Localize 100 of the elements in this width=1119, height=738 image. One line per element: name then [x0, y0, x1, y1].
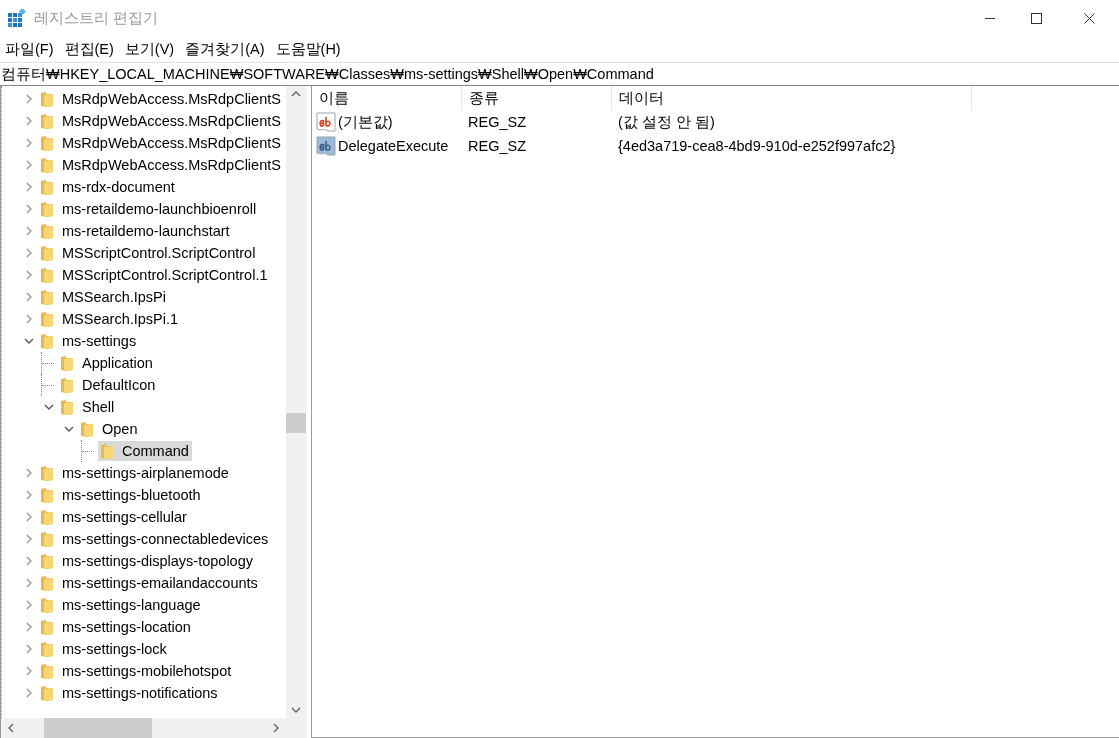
folder-icon	[60, 354, 74, 372]
folder-icon	[40, 288, 54, 306]
column-header[interactable]: 이름	[312, 86, 462, 110]
folder-icon	[80, 420, 94, 438]
tree-item[interactable]: MsRdpWebAccess.MsRdpClientS	[38, 89, 284, 109]
folder-icon	[40, 90, 54, 108]
folder-icon	[40, 618, 54, 636]
scroll-left-icon[interactable]	[7, 723, 14, 733]
chevron-right-icon[interactable]	[24, 490, 34, 500]
tree-item[interactable]: MSSearch.IpsPi	[38, 287, 169, 307]
folder-icon	[40, 464, 54, 482]
tree-item[interactable]: Shell	[58, 397, 118, 417]
chevron-right-icon[interactable]	[24, 512, 34, 522]
tree-item[interactable]: Command	[98, 441, 192, 461]
tree-item[interactable]: ms-retaildemo-launchstart	[38, 221, 233, 241]
chevron-right-icon[interactable]	[24, 226, 34, 236]
folder-icon	[40, 244, 54, 262]
scrollbar-thumb[interactable]	[286, 413, 306, 433]
chevron-right-icon[interactable]	[24, 160, 34, 170]
menu-item[interactable]: 파일(F)	[0, 39, 59, 59]
chevron-right-icon[interactable]	[24, 534, 34, 544]
value-name[interactable]: DelegateExecute	[338, 138, 449, 154]
tree-item[interactable]: ms-settings-bluetooth	[38, 485, 204, 505]
value-type: REG_SZ	[467, 114, 527, 130]
chevron-right-icon[interactable]	[24, 182, 34, 192]
menu-item[interactable]: 즐겨찾기(A)	[180, 39, 270, 59]
chevron-right-icon[interactable]	[24, 270, 34, 280]
folder-icon	[40, 222, 54, 240]
chevron-down-icon[interactable]	[24, 336, 34, 346]
folder-icon	[40, 332, 54, 350]
folder-icon	[40, 684, 54, 702]
tree-item[interactable]: ms-settings	[38, 331, 140, 351]
value-type: REG_SZ	[467, 138, 527, 154]
scroll-right-icon[interactable]	[273, 723, 280, 733]
value-data: {4ed3a719-cea8-4bd9-910d-e252f997afc2}	[617, 138, 897, 154]
value-data: (값 설정 안 됨)	[617, 112, 716, 132]
chevron-right-icon[interactable]	[24, 578, 34, 588]
tree-item[interactable]: ms-settings-displays-topology	[38, 551, 256, 571]
chevron-right-icon[interactable]	[24, 556, 34, 566]
folder-icon	[40, 112, 54, 130]
window-title: 레지스트리 편집기	[34, 8, 160, 28]
tree-item[interactable]: Open	[78, 419, 141, 439]
scroll-down-icon[interactable]	[291, 707, 301, 714]
tree-item[interactable]: ms-settings-connectabledevices	[38, 529, 272, 549]
chevron-right-icon[interactable]	[24, 248, 34, 258]
tree-item[interactable]: MSScriptControl.ScriptControl	[38, 243, 259, 263]
tree-item[interactable]: MSSearch.IpsPi.1	[38, 309, 182, 329]
chevron-right-icon[interactable]	[24, 666, 34, 676]
scrollbar-thumb[interactable]	[44, 718, 152, 738]
chevron-right-icon[interactable]	[24, 94, 34, 104]
tree-item[interactable]: DefaultIcon	[58, 375, 159, 395]
chevron-right-icon[interactable]	[24, 600, 34, 610]
tree-item[interactable]: ms-settings-emailandaccounts	[38, 573, 261, 593]
menu-item[interactable]: 보기(V)	[119, 39, 180, 59]
tree-item[interactable]: MsRdpWebAccess.MsRdpClientS	[38, 155, 284, 175]
menu-item[interactable]: 도움말(H)	[270, 39, 346, 59]
menu-item[interactable]: 편집(E)	[59, 39, 119, 59]
folder-icon	[40, 530, 54, 548]
chevron-right-icon[interactable]	[24, 292, 34, 302]
chevron-down-icon[interactable]	[64, 424, 74, 434]
chevron-down-icon[interactable]	[44, 402, 54, 412]
tree-item[interactable]: ms-settings-lock	[38, 639, 170, 659]
chevron-right-icon[interactable]	[24, 644, 34, 654]
app-icon	[8, 9, 26, 27]
chevron-right-icon[interactable]	[24, 688, 34, 698]
tree-item[interactable]: ms-retaildemo-launchbioenroll	[38, 199, 260, 219]
tree-item[interactable]: Application	[58, 353, 156, 373]
column-header[interactable]: 데이터	[612, 86, 972, 110]
tree-item[interactable]: ms-rdx-document	[38, 177, 178, 197]
chevron-right-icon[interactable]	[24, 204, 34, 214]
chevron-right-icon[interactable]	[24, 622, 34, 632]
chevron-right-icon[interactable]	[24, 116, 34, 126]
tree-item[interactable]: MsRdpWebAccess.MsRdpClientS	[38, 133, 284, 153]
column-header[interactable]: 종류	[462, 86, 612, 110]
tree-item[interactable]: MSScriptControl.ScriptControl.1	[38, 265, 271, 285]
value-name[interactable]: (기본값)	[338, 112, 393, 132]
tree-item[interactable]: ms-settings-location	[38, 617, 194, 637]
chevron-right-icon[interactable]	[24, 314, 34, 324]
folder-icon	[40, 596, 54, 614]
chevron-right-icon[interactable]	[24, 468, 34, 478]
tree-item[interactable]: MsRdpWebAccess.MsRdpClientS	[38, 111, 284, 131]
chevron-right-icon[interactable]	[24, 138, 34, 148]
tree-item[interactable]: ms-settings-notifications	[38, 683, 221, 703]
folder-icon	[60, 376, 74, 394]
scroll-up-icon[interactable]	[291, 90, 301, 97]
tree-item[interactable]: ms-settings-language	[38, 595, 204, 615]
folder-icon	[40, 266, 54, 284]
folder-icon	[40, 156, 54, 174]
tree-item[interactable]: ms-settings-mobilehotspot	[38, 661, 235, 681]
folder-icon	[40, 574, 54, 592]
folder-icon	[40, 552, 54, 570]
folder-icon	[40, 486, 54, 504]
tree-item[interactable]: ms-settings-cellular	[38, 507, 190, 527]
tree-item[interactable]: ms-settings-airplanemode	[38, 463, 232, 483]
folder-icon	[100, 442, 114, 460]
folder-icon	[60, 398, 74, 416]
folder-icon	[40, 200, 54, 218]
folder-icon	[40, 134, 54, 152]
folder-icon	[40, 640, 54, 658]
folder-icon	[40, 178, 54, 196]
